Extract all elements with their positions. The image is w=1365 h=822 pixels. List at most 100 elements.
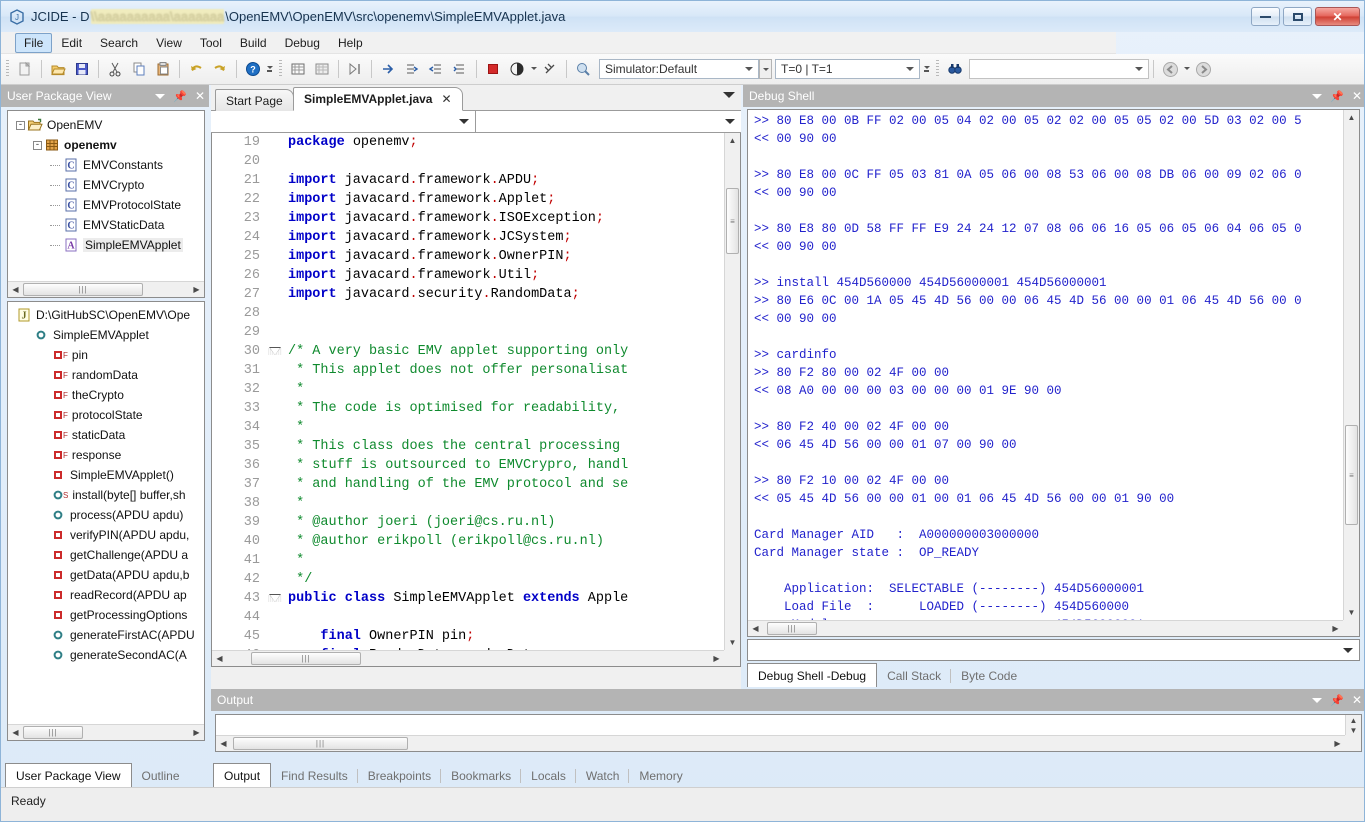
tab-breakpoints[interactable]: Breakpoints bbox=[358, 765, 441, 787]
chevron-down-icon[interactable] bbox=[155, 94, 165, 99]
outline-tree-item[interactable]: verifyPIN(APDU apdu, bbox=[8, 525, 204, 545]
code-line[interactable]: 40 * @author erikpoll (erikpoll@cs.ru.nl… bbox=[212, 532, 724, 551]
outline-tree-item[interactable]: Sinstall(byte[] buffer,sh bbox=[8, 485, 204, 505]
code-line[interactable]: 26import javacard.framework.Util; bbox=[212, 266, 724, 285]
simulator-extra-dropdown[interactable] bbox=[759, 59, 772, 79]
scroll-right-arrow[interactable]: ▶ bbox=[1330, 736, 1345, 751]
scroll-up-arrow[interactable]: ▲ bbox=[1346, 715, 1361, 725]
nav-back-icon[interactable] bbox=[1159, 58, 1181, 80]
redo-icon[interactable] bbox=[209, 58, 231, 80]
close-icon[interactable]: ✕ bbox=[195, 89, 205, 103]
code-lines[interactable]: 19package openemv;2021import javacard.fr… bbox=[212, 133, 724, 650]
debug-start-icon[interactable] bbox=[506, 58, 528, 80]
code-line[interactable]: 36 * stuff is outsourced to EMVCrypro, h… bbox=[212, 456, 724, 475]
scrollbar-thumb[interactable]: ||| bbox=[233, 737, 408, 750]
code-line[interactable]: 32 * bbox=[212, 380, 724, 399]
card-icon[interactable] bbox=[572, 58, 594, 80]
outline-tree-item[interactable]: getData(APDU apdu,b bbox=[8, 565, 204, 585]
outline-tree-item[interactable]: SimpleEMVApplet() bbox=[8, 465, 204, 485]
scrollbar-thumb[interactable]: ||| bbox=[251, 652, 361, 665]
help-icon[interactable]: ? bbox=[242, 58, 264, 80]
new-file-icon[interactable] bbox=[14, 58, 36, 80]
debug-shell-command-input[interactable] bbox=[747, 639, 1360, 661]
tab-byte-code[interactable]: Byte Code bbox=[951, 665, 1027, 687]
code-editor[interactable]: 19package openemv;2021import javacard.fr… bbox=[211, 133, 741, 667]
pin-icon[interactable]: 📌 bbox=[173, 90, 187, 103]
outline-tree-hscrollbar[interactable]: ◀ ||| ▶ bbox=[8, 724, 204, 740]
code-vscrollbar[interactable]: ▲ ≡ ▼ bbox=[724, 133, 740, 650]
tab-output[interactable]: Output bbox=[213, 763, 271, 787]
close-button[interactable]: ✕ bbox=[1315, 7, 1360, 26]
outline-tree-item[interactable]: FrandomData bbox=[8, 365, 204, 385]
scroll-right-arrow[interactable]: ▶ bbox=[709, 651, 724, 666]
debug-options-icon[interactable] bbox=[539, 58, 561, 80]
scroll-left-arrow[interactable]: ◀ bbox=[8, 282, 23, 297]
debug-start-dropdown[interactable] bbox=[529, 58, 538, 80]
toolbar-grip[interactable] bbox=[6, 60, 9, 78]
maximize-button[interactable] bbox=[1283, 7, 1312, 26]
outline-tree-item[interactable]: process(APDU apdu) bbox=[8, 505, 204, 525]
code-line[interactable]: 31 * This applet does not offer personal… bbox=[212, 361, 724, 380]
code-line[interactable]: 34 * bbox=[212, 418, 724, 437]
chevron-down-icon[interactable] bbox=[1312, 698, 1322, 703]
code-line[interactable]: 25import javacard.framework.OwnerPIN; bbox=[212, 247, 724, 266]
menu-item-file[interactable]: File bbox=[15, 33, 52, 53]
menu-item-search[interactable]: Search bbox=[91, 33, 147, 53]
copy-icon[interactable] bbox=[128, 58, 150, 80]
scroll-left-arrow[interactable]: ◀ bbox=[212, 651, 227, 666]
scroll-up-arrow[interactable]: ▲ bbox=[725, 133, 740, 148]
menu-item-help[interactable]: Help bbox=[329, 33, 372, 53]
tab-user-package-view[interactable]: User Package View bbox=[5, 763, 132, 787]
build-icon[interactable] bbox=[287, 58, 309, 80]
code-line[interactable]: 45 final OwnerPIN pin; bbox=[212, 627, 724, 646]
menu-item-view[interactable]: View bbox=[147, 33, 191, 53]
menu-item-tool[interactable]: Tool bbox=[191, 33, 231, 53]
code-line[interactable]: 42 */ bbox=[212, 570, 724, 589]
menu-item-debug[interactable]: Debug bbox=[276, 33, 329, 53]
find-input[interactable] bbox=[969, 59, 1149, 79]
rebuild-icon[interactable] bbox=[311, 58, 333, 80]
outline-tree-item[interactable]: JD:\GitHubSC\OpenEMV\Ope bbox=[8, 305, 204, 325]
package-tree-item[interactable]: ASimpleEMVApplet bbox=[8, 235, 204, 255]
minimize-button[interactable] bbox=[1251, 7, 1280, 26]
tree-expander[interactable]: - bbox=[33, 141, 42, 150]
output-vscrollbar[interactable]: ▲ ▼ bbox=[1345, 715, 1361, 735]
tab-start-page[interactable]: Start Page bbox=[215, 89, 294, 111]
package-tree-item[interactable]: -openemv bbox=[8, 135, 204, 155]
toolbar-grip[interactable] bbox=[279, 60, 282, 78]
chevron-down-icon[interactable] bbox=[723, 92, 735, 98]
save-icon[interactable] bbox=[71, 58, 93, 80]
tab-watch[interactable]: Watch bbox=[576, 765, 630, 787]
debug-shell-hscrollbar[interactable]: ◀ ||| ▶ bbox=[748, 620, 1343, 636]
outline-tree-item[interactable]: Fresponse bbox=[8, 445, 204, 465]
code-line[interactable]: 35 * This class does the central process… bbox=[212, 437, 724, 456]
stop-icon[interactable] bbox=[482, 58, 504, 80]
nav-forward-icon[interactable] bbox=[1192, 58, 1214, 80]
package-tree-item[interactable]: CEMVProtocolState bbox=[8, 195, 204, 215]
scroll-right-arrow[interactable]: ▶ bbox=[189, 725, 204, 740]
outline-tree-item[interactable]: getProcessingOptions bbox=[8, 605, 204, 625]
code-line[interactable]: 44 bbox=[212, 608, 724, 627]
tab-outline[interactable]: Outline bbox=[132, 765, 190, 787]
undo-icon[interactable] bbox=[185, 58, 207, 80]
scrollbar-thumb[interactable]: ≡ bbox=[1345, 425, 1358, 525]
code-line[interactable]: 19package openemv; bbox=[212, 133, 724, 152]
package-tree[interactable]: -OpenEMV-openemvCEMVConstantsCEMVCryptoC… bbox=[7, 110, 205, 298]
package-tree-item[interactable]: CEMVConstants bbox=[8, 155, 204, 175]
code-line[interactable]: 21import javacard.framework.APDU; bbox=[212, 171, 724, 190]
toolbar-grip[interactable] bbox=[936, 60, 939, 78]
code-line[interactable]: 23import javacard.framework.ISOException… bbox=[212, 209, 724, 228]
output-hscrollbar[interactable]: ◀ ||| ▶ bbox=[216, 735, 1345, 751]
scroll-right-arrow[interactable]: ▶ bbox=[189, 282, 204, 297]
code-line[interactable]: 30/* A very basic EMV applet supporting … bbox=[212, 342, 724, 361]
tab-call-stack[interactable]: Call Stack bbox=[877, 665, 951, 687]
code-line[interactable]: 33 * The code is optimised for readabili… bbox=[212, 399, 724, 418]
outline-tree[interactable]: JD:\GitHubSC\OpenEMV\OpeSimpleEMVAppletF… bbox=[7, 301, 205, 741]
tab-bookmarks[interactable]: Bookmarks bbox=[441, 765, 521, 787]
close-icon[interactable]: ✕ bbox=[1352, 89, 1362, 103]
code-line[interactable]: 28 bbox=[212, 304, 724, 323]
package-tree-hscrollbar[interactable]: ◀ ||| ▶ bbox=[8, 281, 204, 297]
scroll-down-arrow[interactable]: ▼ bbox=[1344, 605, 1359, 620]
chevron-down-icon[interactable] bbox=[1343, 648, 1353, 653]
scrollbar-thumb[interactable]: ||| bbox=[767, 622, 817, 635]
